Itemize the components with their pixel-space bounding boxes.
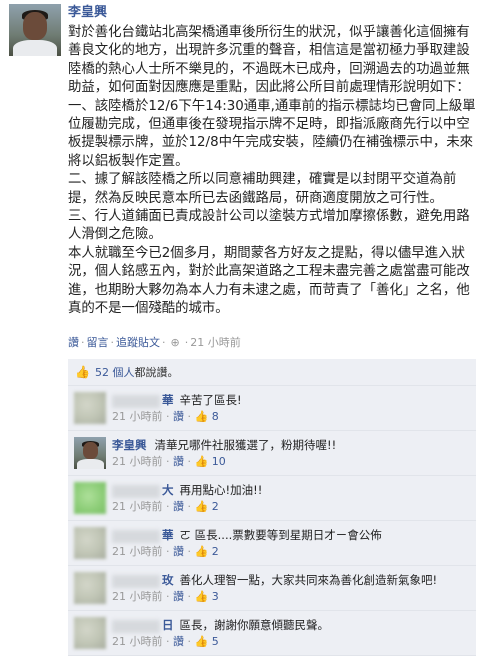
comment-like-link[interactable]: 讚: [173, 500, 184, 513]
separator-dot: ·: [166, 410, 170, 423]
commenter-name[interactable]: 大: [162, 482, 174, 498]
post-body: 對於善化台鐵站北高架橋通車後所衍生的狀況，似乎讓善化這個擁有善良文化的地方，出現…: [68, 24, 476, 319]
post-author-avatar[interactable]: [9, 4, 61, 56]
separator-dot: ·: [166, 545, 170, 558]
commenter-avatar[interactable]: [74, 482, 106, 514]
commenter-avatar[interactable]: [74, 617, 106, 649]
commenter-name[interactable]: 華: [162, 392, 174, 408]
post-paragraph-1: 一、該陸橋於12/6下午14:30通車,通車前的指示標誌均已會同上級單位履勘完成…: [68, 98, 476, 169]
separator-dot: ·: [187, 500, 192, 513]
commenter-avatar[interactable]: [74, 392, 106, 424]
comment-meta: 21 小時前 · 讚 · 👍 2: [112, 545, 219, 559]
separator-dot: ·: [166, 590, 170, 603]
commenter-name[interactable]: 李皇興: [112, 438, 147, 452]
comment-text: 再用點心!加油!!: [179, 483, 263, 497]
comment-like-count[interactable]: 3: [212, 590, 219, 603]
separator-dot: ·: [81, 336, 85, 349]
comment-like-link[interactable]: 讚: [173, 410, 184, 423]
likes-count-link[interactable]: 52 個人: [95, 366, 135, 379]
commenter-avatar[interactable]: [74, 527, 106, 559]
unfollow-post-link[interactable]: 追蹤貼文: [116, 336, 160, 349]
comment-meta: 21 小時前 · 讚 · 👍 10: [112, 455, 226, 469]
comment-text: ㄛ 區長....票數要等到星期日才ㄧ會公佈: [179, 528, 382, 542]
commenter-avatar[interactable]: [74, 572, 106, 604]
comment-like-count[interactable]: 2: [212, 500, 219, 513]
globe-icon: ⊕: [170, 336, 180, 349]
comment-item: 大再用點心!加油!! 21 小時前 · 讚 · 👍 2: [68, 476, 476, 521]
separator-dot: ·: [166, 455, 170, 468]
comment-like-count[interactable]: 5: [212, 635, 219, 648]
separator-dot: ·: [162, 336, 166, 349]
commenter-name[interactable]: 日: [162, 617, 174, 633]
separator-dot: ·: [166, 500, 170, 513]
comment-item: 華ㄛ 區長....票數要等到星期日才ㄧ會公佈 21 小時前 · 讚 · 👍 2: [68, 521, 476, 566]
comment-meta: 21 小時前 · 讚 · 👍 5: [112, 635, 219, 649]
thumbs-up-icon: 👍: [194, 545, 209, 558]
comment-like-count[interactable]: 10: [212, 455, 226, 468]
avatar-face: [83, 442, 98, 459]
comment-time[interactable]: 21 小時前: [112, 500, 163, 513]
comment-line: 華ㄛ 區長....票數要等到星期日才ㄧ會公佈: [112, 527, 382, 543]
comment-like-link[interactable]: 讚: [173, 635, 184, 648]
comment-time[interactable]: 21 小時前: [112, 455, 163, 468]
post-paragraph-intro: 對於善化台鐵站北高架橋通車後所衍生的狀況，似乎讓善化這個擁有善良文化的地方，出現…: [68, 25, 470, 96]
comment-item: 華辛苦了區長! 21 小時前 · 讚 · 👍 8: [68, 386, 476, 431]
commenter-name[interactable]: 玫: [162, 572, 174, 588]
comment-like-link[interactable]: 讚: [173, 590, 184, 603]
comment-time[interactable]: 21 小時前: [112, 410, 163, 423]
commenter-name[interactable]: 華: [162, 527, 174, 543]
comment-time[interactable]: 21 小時前: [112, 590, 163, 603]
comment-text: 清華兄哪件社服獲選了，粉期待喔!!: [154, 438, 337, 452]
comment-line: 華辛苦了區長!: [112, 392, 242, 408]
like-link[interactable]: 讚: [68, 336, 79, 349]
thumbs-up-icon: 👍: [194, 500, 209, 513]
comment-line: 大再用點心!加油!!: [112, 482, 262, 498]
post-paragraph-3: 三、行人道鋪面已責成設計公司以塗裝方式增加摩擦係數，避免用路人滑倒之危險。: [68, 209, 470, 243]
avatar-shirt: [77, 459, 104, 469]
separator-dot: ·: [110, 336, 115, 349]
comment-text: 辛苦了區長!: [179, 393, 242, 407]
comment-like-count[interactable]: 2: [212, 545, 219, 558]
comment-item: 日區長，謝謝你願意傾聽民聲。 21 小時前 · 讚 · 👍 5: [68, 611, 476, 656]
comment-link[interactable]: 留言: [87, 336, 109, 349]
comment-meta: 21 小時前 · 讚 · 👍 8: [112, 410, 219, 424]
comment-text: 善化人理智一點，大家共同來為善化創造新氣象吧!: [179, 573, 438, 587]
separator-dot: ·: [187, 545, 192, 558]
thumbs-up-icon: 👍: [194, 635, 209, 648]
comment-like-link[interactable]: 讚: [173, 545, 184, 558]
comment-line: 玫善化人理智一點，大家共同來為善化創造新氣象吧!: [112, 572, 437, 588]
likes-suffix: 都說讚。: [134, 366, 179, 379]
commenter-avatar[interactable]: [74, 437, 106, 469]
comment-text: 區長，謝謝你願意傾聽民聲。: [179, 618, 330, 632]
comment-like-link[interactable]: 讚: [173, 455, 184, 468]
comment-line: 李皇興 清華兄哪件社服獲選了，粉期待喔!!: [112, 437, 336, 453]
post-paragraph-2: 二、據了解該陸橋之所以同意補助興建，確實是以封閉平交道為前提，然為反映民意本所已…: [68, 172, 457, 206]
post-paragraph-closing: 本人就職至今已2個多月，期間蒙各方好友之提點，得以儘早進入狀況，個人銘感五內，對…: [68, 245, 470, 317]
separator-dot: ·: [166, 635, 170, 648]
thumbs-up-icon: 👍: [194, 590, 209, 603]
thumbs-up-icon: 👍: [75, 365, 90, 379]
comment-meta: 21 小時前 · 讚 · 👍 3: [112, 590, 219, 604]
post-actions-bar: 讚 · 留言 · 追蹤貼文 · ⊕ · 21 小時前: [68, 336, 241, 350]
comment-like-count[interactable]: 8: [212, 410, 219, 423]
separator-dot: ·: [187, 635, 192, 648]
comment-time[interactable]: 21 小時前: [112, 545, 163, 558]
avatar-shirt: [13, 40, 57, 56]
likes-summary: 👍 52 個人都說讚。: [68, 359, 476, 386]
thumbs-up-icon: 👍: [194, 410, 209, 423]
comment-time[interactable]: 21 小時前: [112, 635, 163, 648]
separator-dot: ·: [184, 336, 189, 349]
post-timestamp[interactable]: 21 小時前: [190, 336, 241, 349]
separator-dot: ·: [187, 410, 192, 423]
thumbs-up-icon: 👍: [194, 455, 209, 468]
comment-item: 玫善化人理智一點，大家共同來為善化創造新氣象吧! 21 小時前 · 讚 · 👍 …: [68, 566, 476, 611]
post-author-name[interactable]: 李皇興: [68, 5, 107, 21]
separator-dot: ·: [187, 455, 192, 468]
separator-dot: ·: [187, 590, 192, 603]
avatar-face: [23, 12, 47, 40]
comment-item: 李皇興 清華兄哪件社服獲選了，粉期待喔!! 21 小時前 · 讚 · 👍 10: [68, 431, 476, 476]
comment-line: 日區長，謝謝你願意傾聽民聲。: [112, 617, 329, 633]
comment-meta: 21 小時前 · 讚 · 👍 2: [112, 500, 219, 514]
